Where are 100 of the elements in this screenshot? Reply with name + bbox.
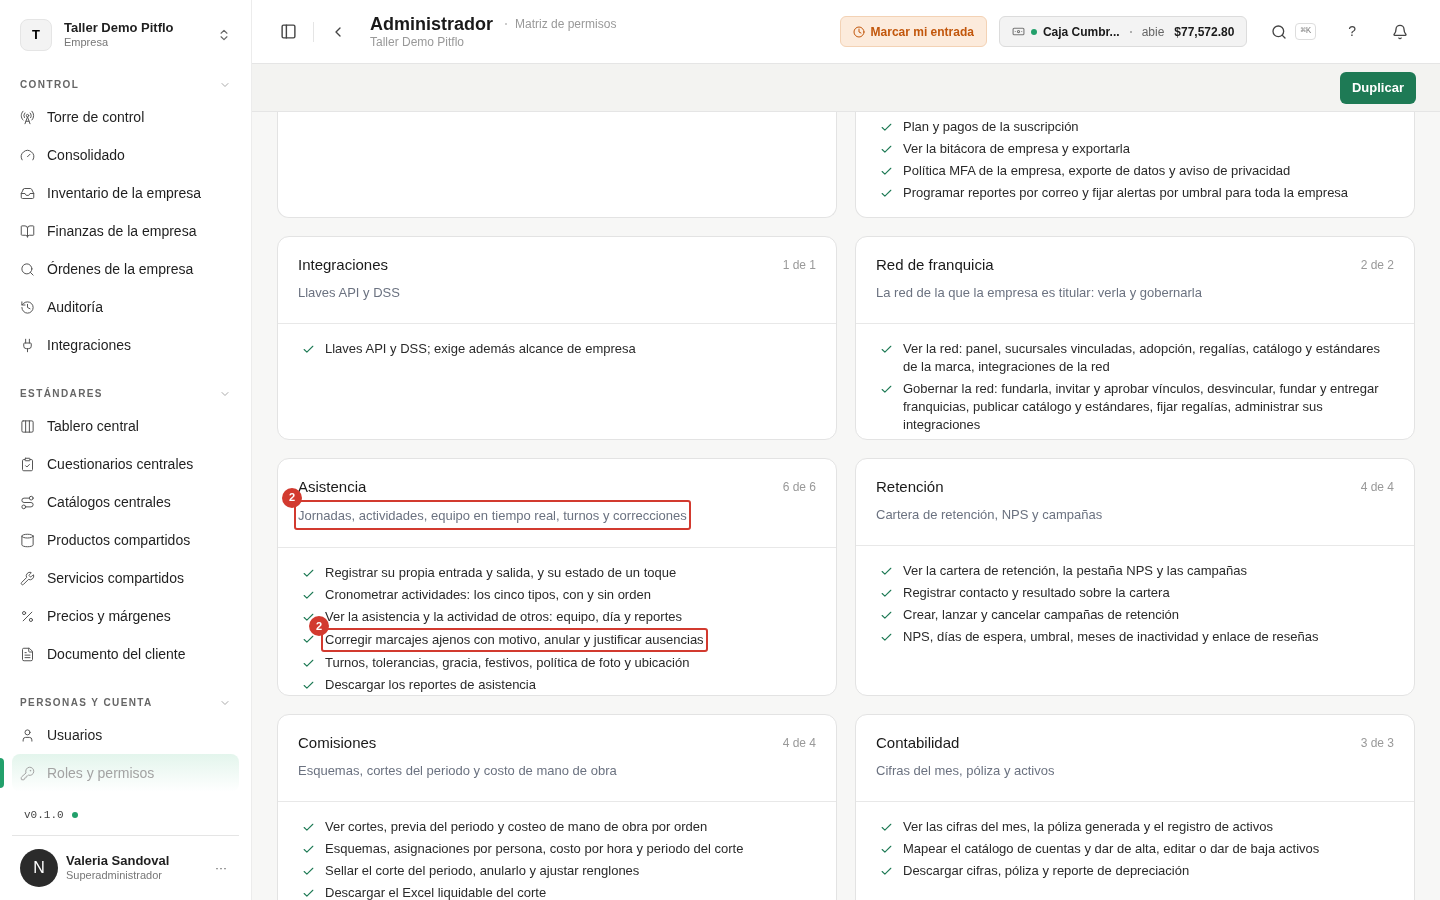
user-name: Valeria Sandoval <box>66 853 171 870</box>
history-icon <box>20 299 35 315</box>
permission-text: Registrar su propia entrada y salida, y su estado de un toque <box>325 563 677 582</box>
columns-icon <box>20 418 35 434</box>
permission-text: Política MFA de la empresa, exporte de datos y aviso de privacidad <box>903 162 1291 180</box>
card-subtitle: Esquemas, cortes del periodo y costo de mano de obra <box>298 762 617 778</box>
plug-icon <box>20 337 35 353</box>
sidebar-item[interactable]: Auditoría <box>12 288 239 326</box>
card-title: Red de franquicia <box>876 255 995 275</box>
permission-text: Turnos, tolerancias, gracia, festivos, política de foto y ubicación <box>325 653 690 672</box>
page-subtitle: Taller Demo Pitflo <box>370 35 466 51</box>
sidebar-item[interactable]: Finanzas de la empresa <box>12 212 239 250</box>
more-button[interactable]: ··· <box>211 859 231 877</box>
cylinder-icon <box>20 532 35 548</box>
section-header[interactable]: ESTÁNDARES <box>12 376 239 407</box>
permission-text: Llaves API y DSS; exige además alcance de empresa <box>325 339 636 358</box>
page-title: Administrador <box>370 12 493 36</box>
check-icon <box>880 165 893 178</box>
card-subtitle: Cartera de retención, NPS y campañas <box>876 506 1103 522</box>
workspace-avatar: T <box>20 19 52 51</box>
card-subtitle: Llaves API y DSS <box>298 284 400 300</box>
permission-text: Descargar cifras, póliza y reporte de depreciación <box>903 861 1190 880</box>
clipboard-icon <box>20 456 35 472</box>
route-icon <box>20 494 35 510</box>
clock-icon <box>852 25 865 38</box>
permission-count: 4 de 4 <box>1360 479 1394 496</box>
sidebar-item[interactable]: Consolidado <box>12 136 239 174</box>
sidebar-item[interactable]: Precios y márgenes <box>12 597 239 635</box>
permission-count: 2 de 2 <box>1360 257 1394 274</box>
book-icon <box>20 223 35 239</box>
register-state: abie <box>1141 23 1165 41</box>
user-avatar: N <box>20 849 58 887</box>
workspace-name: Taller Demo Pitflo <box>64 20 175 37</box>
card-title: Comisiones <box>298 733 378 753</box>
permission-text: NPS, días de espera, umbral, meses de inactividad y enlace de reseñas <box>903 627 1319 646</box>
antenna-icon <box>20 109 35 125</box>
sidebar-item[interactable]: Torre de control <box>12 98 239 136</box>
user-role: Superadministrador <box>66 869 163 883</box>
search-icon[interactable] <box>1271 23 1288 40</box>
card-title: Integraciones <box>298 255 390 275</box>
workspace-type: Empresa <box>64 36 110 50</box>
permission-text: Esquemas, asignaciones por persona, costo por hora y periodo del corte <box>325 839 744 858</box>
sidebar-item[interactable]: Productos compartidos <box>12 521 239 559</box>
register-name: Caja Cumbr... <box>1042 23 1120 41</box>
user-icon <box>20 727 35 743</box>
section-header[interactable]: CONTROL <box>12 67 239 98</box>
permission-count: 3 de 3 <box>1360 735 1394 752</box>
sidebar-toggle-icon[interactable] <box>280 23 297 40</box>
check-icon <box>880 143 893 156</box>
key-icon <box>20 765 35 781</box>
sidebar-item[interactable]: Cuestionarios centrales <box>12 445 239 483</box>
permission-text: Descargar el Excel liquidable del corte <box>325 883 547 900</box>
workspace-switcher[interactable]: T Taller Demo Pitflo Empresa <box>0 0 251 67</box>
inbox-icon <box>20 185 35 201</box>
permission-text: Crear, lanzar y cancelar campañas de retención <box>903 605 1180 624</box>
card-subtitle: Cifras del mes, póliza y activos <box>876 762 1055 778</box>
section-header[interactable]: PERSONAS Y CUENTA <box>12 685 239 716</box>
sidebar-item[interactable]: Órdenes de la empresa <box>12 250 239 288</box>
register-amount: $77,572.80 <box>1174 23 1235 41</box>
banknote-icon <box>1011 25 1025 38</box>
sidebar-item[interactable]: Tablero central <box>12 407 239 445</box>
check-icon <box>880 121 893 134</box>
gauge-icon <box>20 147 35 163</box>
permission-text: Ver la bitácora de empresa y exportarla <box>903 140 1130 158</box>
clock-in-button[interactable]: Marcar mi entrada <box>839 16 987 47</box>
search-icon <box>20 261 35 277</box>
permission-text: Programar reportes por correo y fijar alertas por umbral para toda la empresa <box>903 184 1349 202</box>
version-label: v0.1.0 <box>24 807 64 823</box>
document-icon <box>20 646 35 662</box>
sidebar-item[interactable]: Integraciones <box>12 326 239 364</box>
sidebar-item[interactable]: Servicios compartidos <box>12 559 239 597</box>
sidebar-item[interactable]: Usuarios <box>12 716 239 754</box>
permission-text: Descargar los reportes de asistencia <box>325 675 536 694</box>
cash-register-button[interactable]: Caja Cumbr... abie $77,572.80 <box>998 16 1248 47</box>
shortcut-key: ⌘K <box>1295 22 1317 41</box>
permission-text: Ver cortes, previa del periodo y costeo de mano de obra por orden <box>325 817 708 836</box>
permission-text: Cronometrar actividades: los cinco tipos, con y sin orden <box>325 585 651 604</box>
duplicate-button[interactable]: Duplicar <box>1340 71 1416 104</box>
permission-text: Gobernar la red: fundarla, invitar y aprobar vínculos, desvincular, fundar y entregar franquicias, publicar catálogo y estándares, fijar regalías, administrar sus integraciones <box>903 379 1380 434</box>
permission-text: Ver la cartera de retención, la pestaña NPS y las campañas <box>903 561 1247 580</box>
permission-count: 4 de 4 <box>782 735 816 752</box>
permission-text: Sellar el corte del periodo, anularlo y ajustar renglones <box>325 861 640 880</box>
bell-icon[interactable] <box>1392 23 1408 40</box>
sidebar-item[interactable]: Catálogos centrales <box>12 483 239 521</box>
card-title: Contabilidad <box>876 733 961 753</box>
percent-icon <box>20 608 35 624</box>
permission-text: Ver las cifras del mes, la póliza generada y el registro de activos <box>903 817 1273 836</box>
permission-text: Ver la red: panel, sucursales vinculadas, adopción, regalías, catálogo y estándares de la marca, integraciones de la red <box>903 339 1381 376</box>
sidebar-item[interactable]: Documento del cliente <box>12 635 239 673</box>
card-subtitle: La red de la que la empresa es titular: verla y gobernarla <box>876 284 1202 300</box>
permission-text: Plan y pagos de la suscripción <box>903 118 1079 136</box>
check-icon <box>880 187 893 200</box>
card-title: Retención <box>876 477 945 497</box>
permission-count: 6 de 6 <box>782 479 816 496</box>
wrench-icon <box>20 570 35 586</box>
card-subtitle: Jornadas, actividades, equipo en tiempo real, turnos y correcciones <box>298 507 687 523</box>
sidebar-item[interactable]: Inventario de la empresa <box>12 174 239 212</box>
permission-count: 1 de 1 <box>782 257 816 274</box>
help-button[interactable]: ? <box>1348 21 1356 42</box>
permission-text: Registrar contacto y resultado sobre la cartera <box>903 583 1170 602</box>
